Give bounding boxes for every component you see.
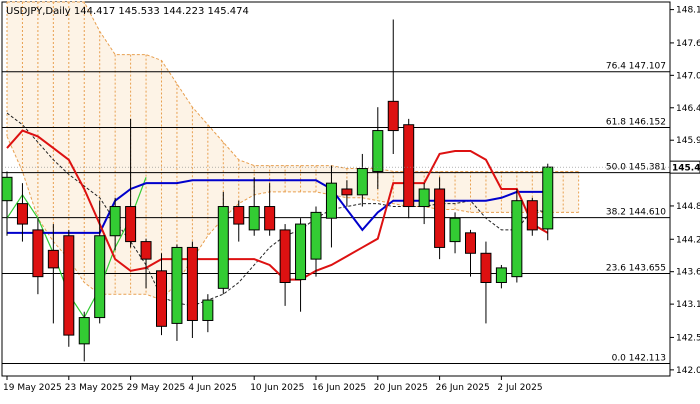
y-tick-label: 145.935 <box>676 136 700 146</box>
candle-body <box>1 176 13 202</box>
candle-body <box>16 203 28 225</box>
x-tick-label: 10 Jun 2025 <box>250 383 304 393</box>
candle-body <box>465 232 476 254</box>
x-tick-label: 4 Jun 2025 <box>188 383 236 393</box>
x-tick-label: 23 May 2025 <box>65 383 124 393</box>
candle-body <box>325 182 337 219</box>
candle <box>511 189 523 283</box>
candle-body <box>403 124 415 208</box>
candle-body <box>310 211 322 260</box>
candle-body <box>495 267 507 283</box>
y-tick-label: 144.810 <box>676 202 700 212</box>
candle-body <box>109 206 121 237</box>
candle-body <box>94 235 106 319</box>
candle-body <box>526 200 538 231</box>
fib-label: 61.8 146.152 <box>606 118 666 128</box>
candle-body <box>372 130 384 172</box>
y-tick-label: 146.490 <box>676 104 700 114</box>
y-tick-label: 148.170 <box>676 6 700 16</box>
chart-header: USDJPY,Daily 144.417 145.533 144.223 145… <box>6 6 249 17</box>
x-tick-label: 26 Jun 2025 <box>436 383 490 393</box>
y-tick-label: 147.600 <box>676 39 700 49</box>
candle-body <box>32 229 44 278</box>
candle-body <box>356 168 368 196</box>
candle-body <box>63 235 75 336</box>
candle <box>526 197 538 236</box>
candle-body <box>202 299 214 321</box>
candle-body <box>248 206 260 231</box>
candle <box>434 177 446 260</box>
candle-body <box>511 200 523 278</box>
candle-body <box>233 206 245 225</box>
candle-body <box>434 188 446 248</box>
candle-body <box>295 223 307 281</box>
candle-body <box>341 188 353 196</box>
y-tick-label: 142.560 <box>676 333 700 343</box>
x-tick-label: 16 Jun 2025 <box>312 383 366 393</box>
x-tick-label: 20 Jun 2025 <box>374 383 428 393</box>
x-tick-label: 29 May 2025 <box>127 383 186 393</box>
candle-body <box>47 249 59 269</box>
fib-label: 23.6 143.655 <box>606 263 666 273</box>
candle <box>63 229 75 347</box>
usdjpy-daily-chart: 76.4 147.107 61.8 146.152 50.0 145.381 38.2… <box>1 1 700 393</box>
candle-body <box>449 217 461 243</box>
candle <box>217 191 229 295</box>
y-tick-label: 143.130 <box>676 300 700 310</box>
fib-label: 38.2 144.610 <box>606 208 666 218</box>
fib-label: 50.0 145.381 <box>606 163 666 173</box>
candle-body <box>387 100 399 132</box>
y-tick-label: 144.240 <box>676 235 700 245</box>
current-price-label: 145.474 <box>672 164 700 174</box>
y-tick-label: 143.685 <box>676 268 700 278</box>
y-tick-label: 142.005 <box>676 366 700 376</box>
y-tick-label: 147.045 <box>676 71 700 81</box>
candle-body <box>480 252 492 283</box>
candle-body <box>279 229 291 283</box>
fib-label: 0.0 142.113 <box>612 354 666 364</box>
chart-root: 76.4 147.107 61.8 146.152 50.0 145.381 38.2… <box>0 0 700 400</box>
candle-body <box>186 246 198 321</box>
candle-body <box>264 206 276 231</box>
x-axis: 19 May 2025 23 May 2025 29 May 2025 4 Jun 2… <box>3 376 543 393</box>
candle-body <box>418 188 430 208</box>
x-tick-label: 19 May 2025 <box>3 383 62 393</box>
candle <box>403 118 415 219</box>
candle <box>542 163 554 241</box>
fib-label: 76.4 147.107 <box>606 62 666 72</box>
candle-body <box>140 241 152 260</box>
candle-body <box>217 206 229 289</box>
candle-body <box>156 270 167 327</box>
x-tick-label: 2 Jul 2025 <box>497 383 542 393</box>
candle-body <box>542 166 554 230</box>
candle-body <box>78 317 90 345</box>
candle-body <box>171 246 183 324</box>
candle-body <box>125 206 137 243</box>
